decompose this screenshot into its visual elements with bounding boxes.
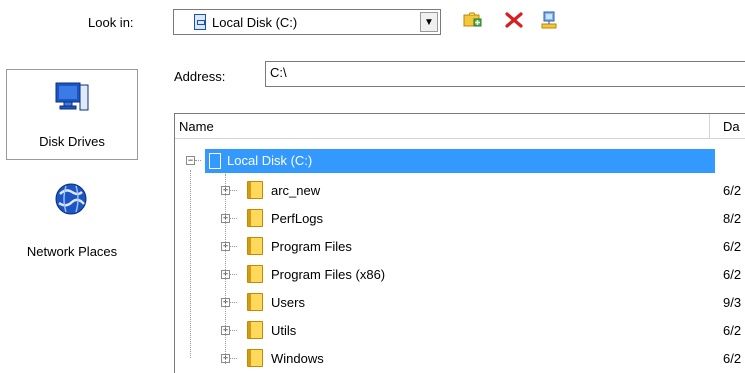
tree-connector xyxy=(229,358,237,359)
tree-connector xyxy=(229,246,237,247)
tree-row[interactable]: + Utils 6/2 xyxy=(175,317,745,345)
tree-item-label: Utils xyxy=(271,323,297,338)
tree-item-label: Windows xyxy=(271,351,324,366)
tree-connector xyxy=(229,330,237,331)
delete-icon[interactable] xyxy=(503,9,525,31)
folder-icon xyxy=(247,349,263,367)
tree-connector xyxy=(229,302,237,303)
tree-header: Name Da xyxy=(175,114,745,139)
folder-icon xyxy=(247,237,263,255)
local-disk-icon xyxy=(194,14,206,30)
tree-item-label: PerfLogs xyxy=(271,211,324,226)
header-divider[interactable] xyxy=(709,114,710,138)
address-label: Address: xyxy=(174,69,226,84)
map-network-drive-icon[interactable] xyxy=(539,9,561,31)
tree-connector xyxy=(229,190,237,191)
tree-row[interactable]: + PerfLogs 8/2 xyxy=(175,205,745,233)
tree-row[interactable]: + Users 9/3 xyxy=(175,289,745,317)
tree-connector xyxy=(195,160,201,161)
new-folder-icon[interactable] xyxy=(461,9,483,31)
network-places-icon xyxy=(54,182,88,219)
tree-item-date: 9/3 xyxy=(723,295,742,310)
folder-icon xyxy=(247,293,263,311)
tree-row[interactable]: + Program Files (x86) 6/2 xyxy=(175,261,745,289)
tree-item-date: 6/2 xyxy=(723,267,742,282)
look-in-dropdown[interactable]: Local Disk (C:) ▼ xyxy=(173,9,441,35)
tree-row-root[interactable]: − Local Disk (C:) xyxy=(175,149,745,177)
header-date[interactable]: Da xyxy=(723,119,740,134)
tree-item-date: 6/2 xyxy=(723,323,742,338)
tree-item-date: 6/2 xyxy=(723,351,742,366)
tree-item-date: 6/2 xyxy=(723,183,742,198)
tree-item-date: 6/2 xyxy=(723,239,742,254)
nav-network-places-label: Network Places xyxy=(26,244,118,259)
folder-icon xyxy=(247,265,263,283)
folder-icon xyxy=(247,209,263,227)
tree-item-label: Program Files (x86) xyxy=(271,267,386,282)
header-name[interactable]: Name xyxy=(179,119,214,134)
look-in-label: Look in: xyxy=(88,15,134,30)
folder-tree[interactable]: Name Da − Local Disk (C:) + arc_new 6/2 … xyxy=(174,113,745,373)
tree-connector xyxy=(229,274,237,275)
chevron-down-icon[interactable]: ▼ xyxy=(420,12,438,32)
nav-disk-drives[interactable]: Disk Drives xyxy=(6,69,138,160)
tree-item-date: 8/2 xyxy=(723,211,742,226)
disk-drives-icon xyxy=(55,80,89,117)
nav-disk-drives-label: Disk Drives xyxy=(39,134,105,149)
local-disk-icon xyxy=(209,153,221,169)
tree-connector xyxy=(229,218,237,219)
tree-root-label: Local Disk (C:) xyxy=(227,153,313,168)
look-in-value: Local Disk (C:) xyxy=(212,15,298,30)
tree-item-label: Users xyxy=(271,295,305,310)
tree-connector xyxy=(225,174,226,364)
tree-row[interactable]: + arc_new 6/2 xyxy=(175,177,745,205)
address-field[interactable]: C:\ xyxy=(265,61,745,87)
tree-row[interactable]: + Program Files 6/2 xyxy=(175,233,745,261)
tree-item-label: Program Files xyxy=(271,239,352,254)
folder-icon xyxy=(247,181,263,199)
folder-icon xyxy=(247,321,263,339)
nav-network-places[interactable]: Network Places xyxy=(6,180,138,270)
tree-row[interactable]: + Windows 6/2 xyxy=(175,345,745,373)
tree-item-label: arc_new xyxy=(271,183,321,198)
collapse-icon[interactable]: − xyxy=(186,156,195,165)
